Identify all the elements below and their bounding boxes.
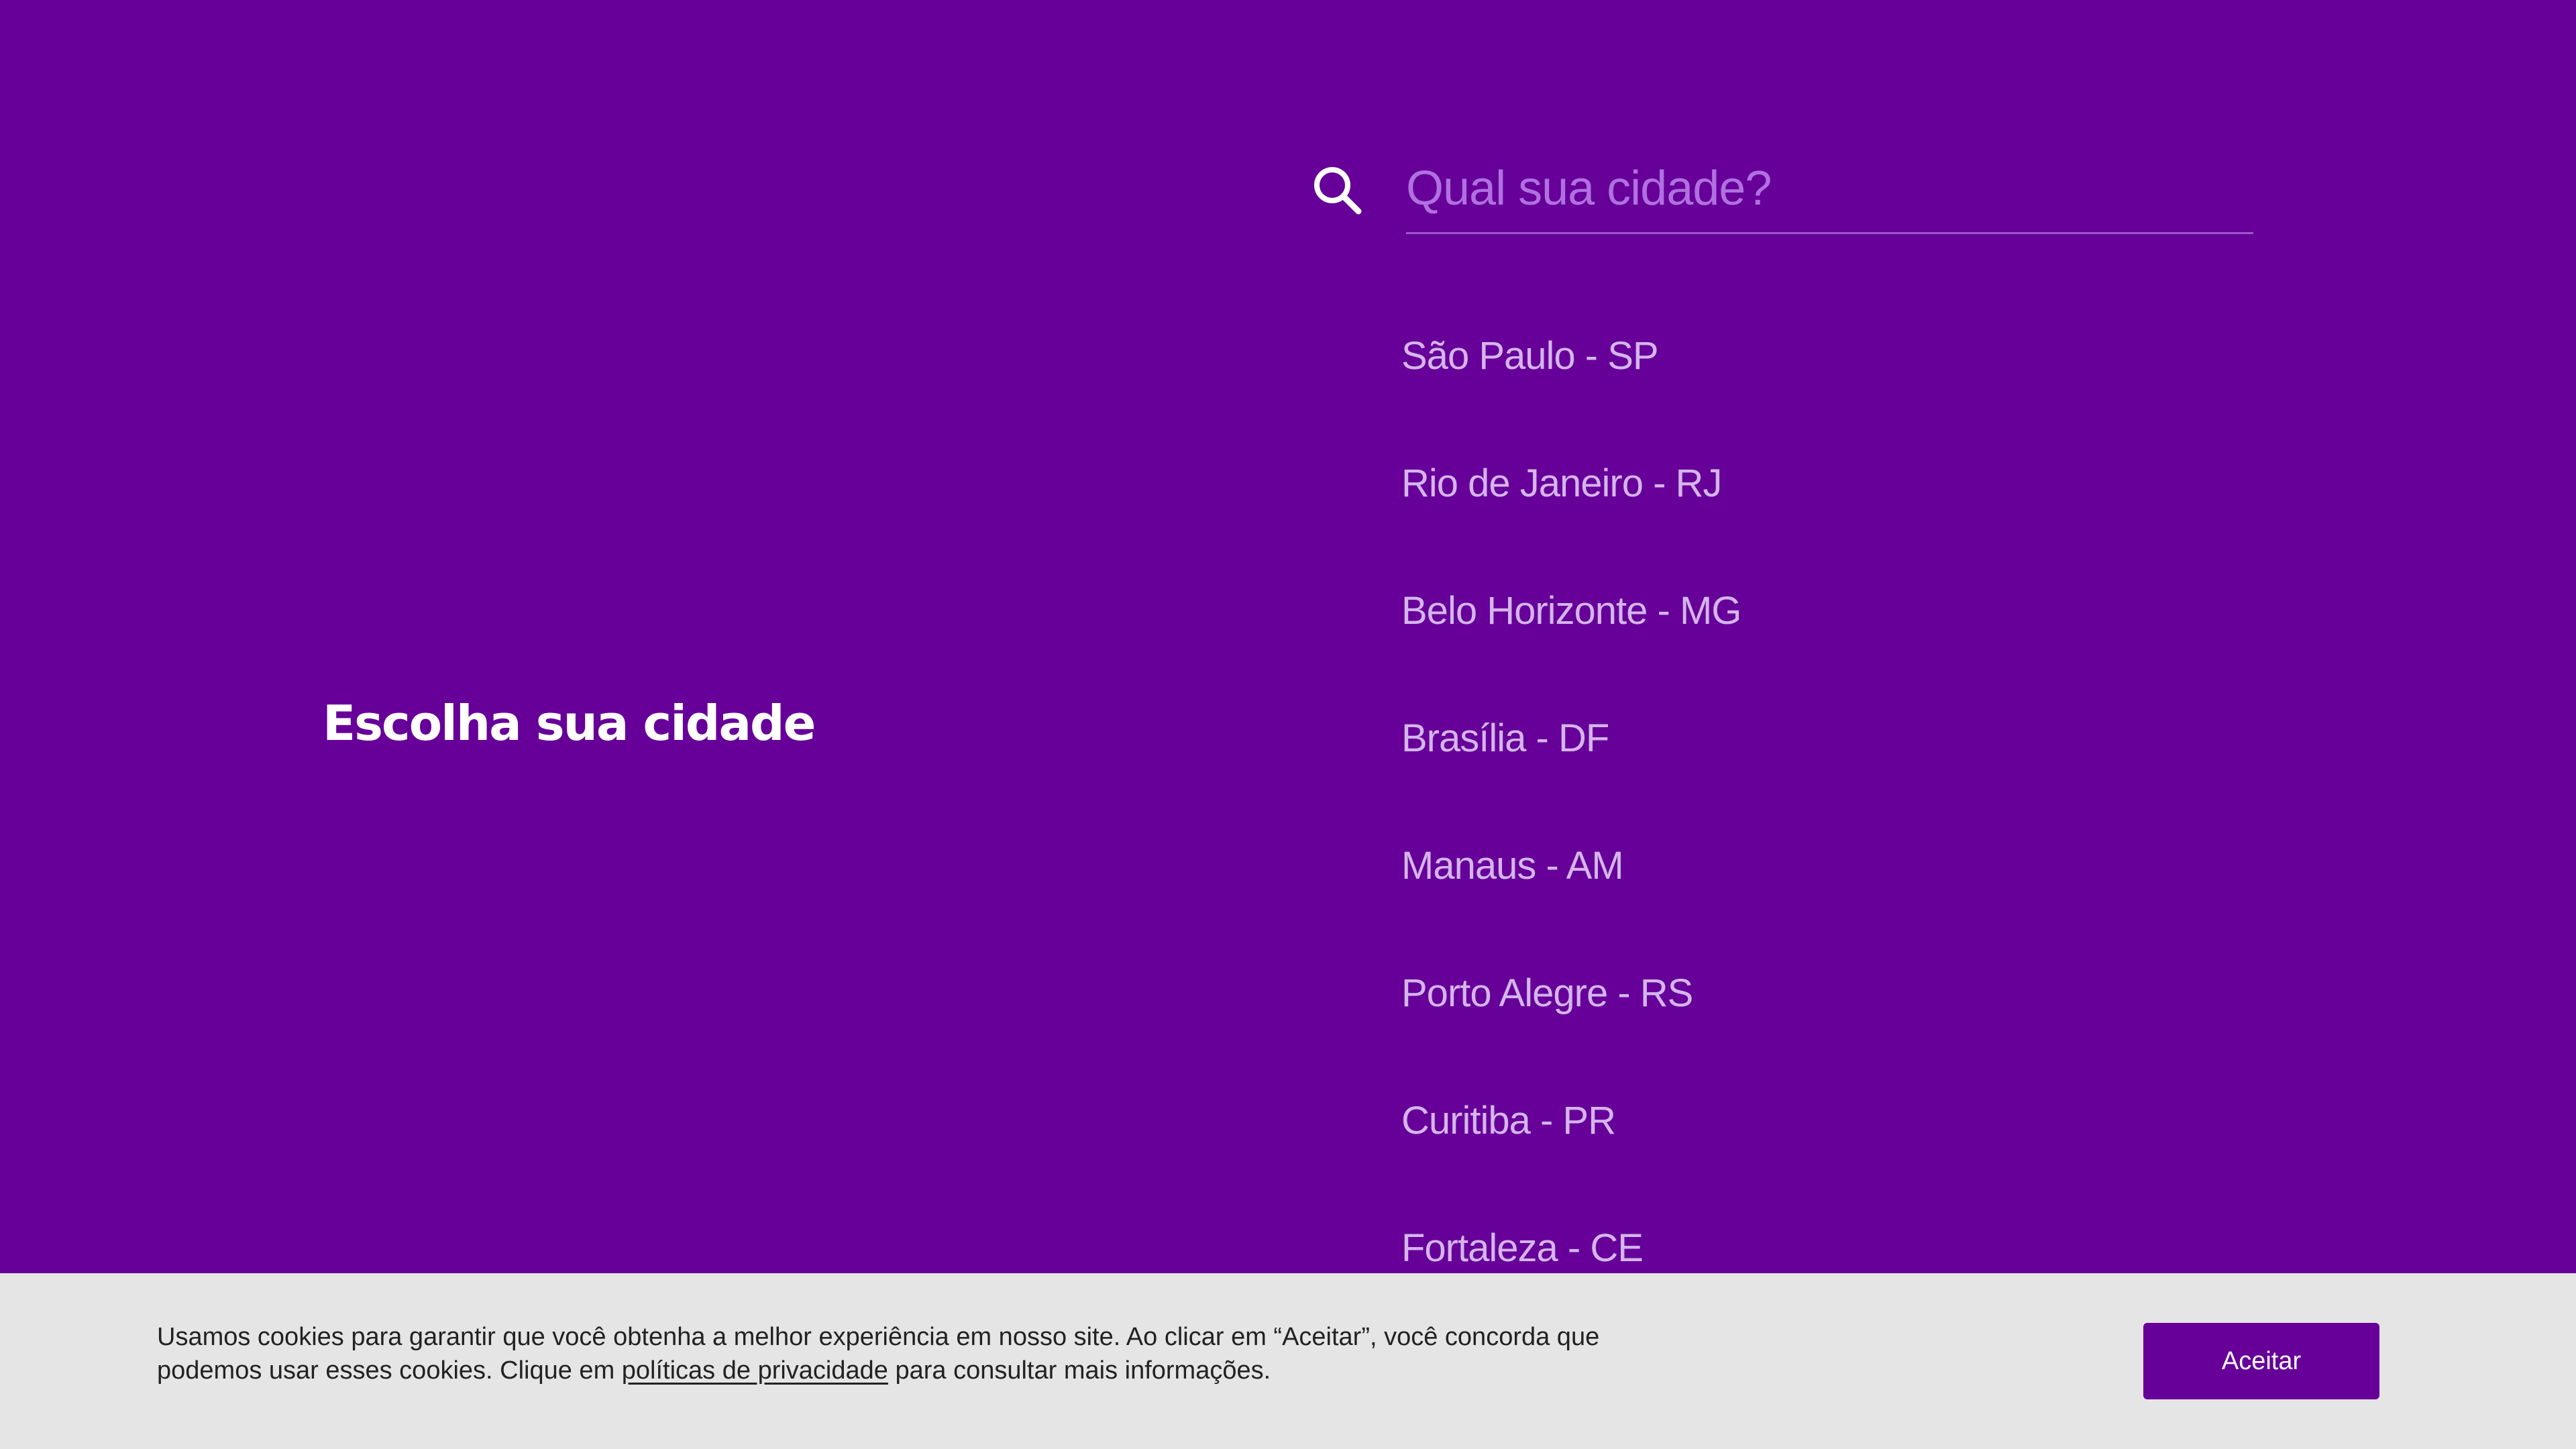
search-icon[interactable] xyxy=(1311,164,1362,215)
cookie-text-after: para consultar mais informações. xyxy=(888,1356,1271,1385)
city-item-belo-horizonte[interactable]: Belo Horizonte - MG xyxy=(1401,570,1741,698)
city-item-brasilia[interactable]: Brasília - DF xyxy=(1401,698,1741,825)
cookie-message: Usamos cookies para garantir que você ob… xyxy=(157,1320,1633,1387)
search-field xyxy=(1406,148,2253,234)
city-selection-page: Escolha sua cidade São Paulo - SP Rio de… xyxy=(0,0,2576,1449)
page-title: Escolha sua cidade xyxy=(323,695,816,751)
accept-cookies-button[interactable]: Aceitar xyxy=(2143,1323,2379,1399)
privacy-policy-link[interactable]: políticas de privacidade xyxy=(622,1356,888,1385)
city-item-sao-paulo[interactable]: São Paulo - SP xyxy=(1401,315,1741,443)
city-item-porto-alegre[interactable]: Porto Alegre - RS xyxy=(1401,953,1741,1080)
city-list: São Paulo - SP Rio de Janeiro - RJ Belo … xyxy=(1401,315,1741,1335)
cookie-banner: Usamos cookies para garantir que você ob… xyxy=(0,1273,2576,1449)
city-search-input[interactable] xyxy=(1406,148,2253,229)
city-item-curitiba[interactable]: Curitiba - PR xyxy=(1401,1080,1741,1208)
city-item-rio-de-janeiro[interactable]: Rio de Janeiro - RJ xyxy=(1401,443,1741,570)
city-item-manaus[interactable]: Manaus - AM xyxy=(1401,825,1741,953)
